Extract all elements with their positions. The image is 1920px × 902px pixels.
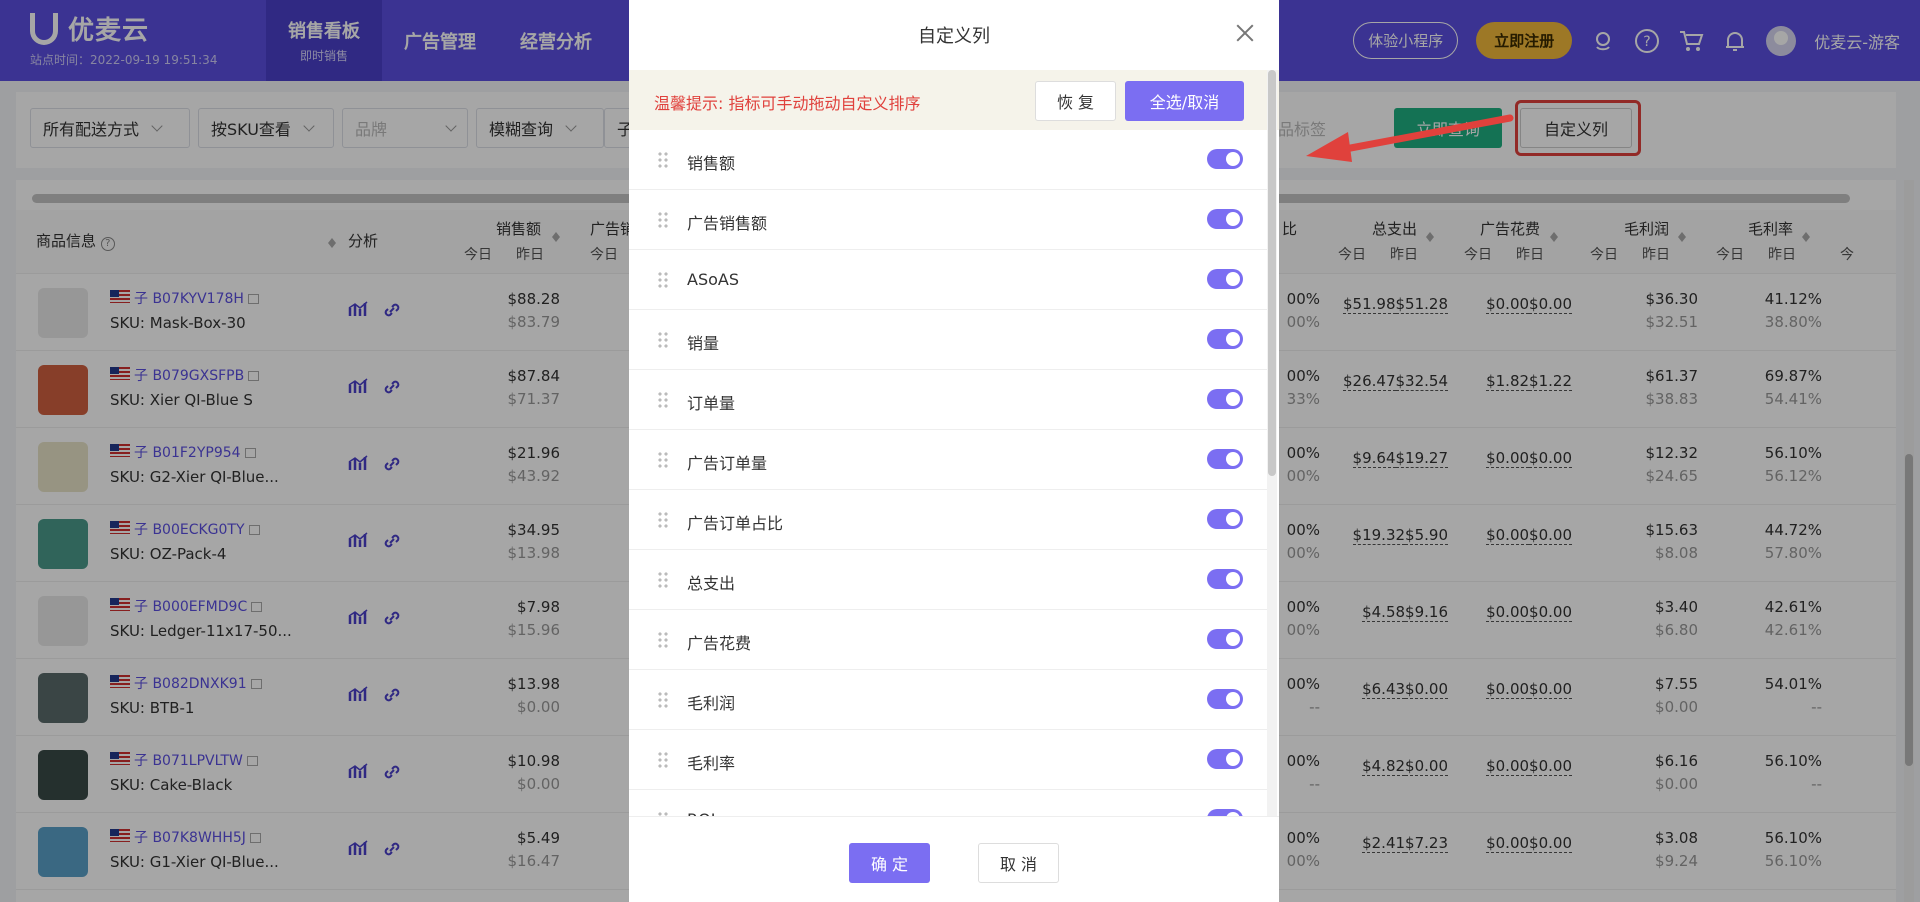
column-list: 销售额广告销售额 ASoAS 销量订单量广告订单量广告订单占比 总支出广告花费毛利润毛… [629, 130, 1269, 816]
drag-handle-icon[interactable] [657, 691, 669, 709]
column-toggle[interactable] [1207, 449, 1243, 469]
column-option[interactable]: ASoAS [629, 250, 1269, 310]
drag-handle-icon[interactable] [657, 751, 669, 769]
confirm-button[interactable]: 确 定 [849, 843, 930, 883]
tip-text: 温馨提示: 指标可手动拖动自定义排序 [654, 94, 921, 113]
close-icon[interactable] [1234, 22, 1256, 44]
column-option[interactable]: 毛利率 [629, 730, 1269, 790]
column-option[interactable]: 销量 [629, 310, 1269, 370]
column-option-label: 总支出 [687, 574, 736, 593]
column-toggle[interactable] [1207, 329, 1243, 349]
column-toggle[interactable] [1207, 569, 1243, 589]
drag-handle-icon[interactable] [657, 391, 669, 409]
column-toggle[interactable] [1207, 149, 1243, 169]
custom-columns-dialog: 自定义列 温馨提示: 指标可手动拖动自定义排序 恢 复 全选/取消 销售额广告销… [629, 0, 1279, 902]
drag-handle-icon[interactable] [657, 271, 669, 289]
column-option[interactable]: 总支出 [629, 550, 1269, 610]
drag-handle-icon[interactable] [657, 631, 669, 649]
column-toggle[interactable] [1207, 749, 1243, 769]
column-toggle[interactable] [1207, 809, 1243, 816]
column-option-label: ASoAS [687, 270, 739, 289]
column-option[interactable]: 毛利润 [629, 670, 1269, 730]
column-option-label: 销量 [687, 334, 720, 353]
dialog-footer: 确 定 取 消 [629, 816, 1279, 902]
column-option[interactable]: 广告订单量 [629, 430, 1269, 490]
column-option-label: 毛利率 [687, 754, 736, 773]
column-option[interactable]: ROI [629, 790, 1269, 816]
column-option-label: 广告花费 [687, 634, 752, 653]
tip-bar: 温馨提示: 指标可手动拖动自定义排序 恢 复 全选/取消 [629, 70, 1279, 130]
scrollbar-thumb[interactable] [1268, 70, 1276, 476]
restore-button[interactable]: 恢 复 [1035, 81, 1116, 121]
column-option-label: 销售额 [687, 154, 736, 173]
column-option-label: 毛利润 [687, 694, 736, 713]
annotation-arrow-icon [1306, 114, 1514, 162]
cancel-button[interactable]: 取 消 [978, 843, 1059, 883]
column-toggle[interactable] [1207, 389, 1243, 409]
drag-handle-icon[interactable] [657, 151, 669, 169]
column-option[interactable]: 订单量 [629, 370, 1269, 430]
column-option-label: 订单量 [687, 394, 736, 413]
dialog-scrollbar[interactable] [1267, 70, 1277, 816]
column-toggle[interactable] [1207, 269, 1243, 289]
column-toggle[interactable] [1207, 209, 1243, 229]
column-option[interactable]: 广告订单占比 [629, 490, 1269, 550]
drag-handle-icon[interactable] [657, 571, 669, 589]
column-option-label: 广告销售额 [687, 214, 768, 233]
dialog-title: 自定义列 [918, 26, 990, 47]
column-toggle[interactable] [1207, 629, 1243, 649]
column-toggle[interactable] [1207, 689, 1243, 709]
drag-handle-icon[interactable] [657, 331, 669, 349]
drag-handle-icon[interactable] [657, 451, 669, 469]
drag-handle-icon[interactable] [657, 211, 669, 229]
column-toggle[interactable] [1207, 509, 1243, 529]
select-all-button[interactable]: 全选/取消 [1125, 81, 1244, 121]
column-option-label: 广告订单量 [687, 454, 768, 473]
column-option[interactable]: 销售额 [629, 130, 1269, 190]
column-option[interactable]: 广告销售额 [629, 190, 1269, 250]
column-option-label: 广告订单占比 [687, 514, 784, 533]
drag-handle-icon[interactable] [657, 511, 669, 529]
column-option[interactable]: 广告花费 [629, 610, 1269, 670]
